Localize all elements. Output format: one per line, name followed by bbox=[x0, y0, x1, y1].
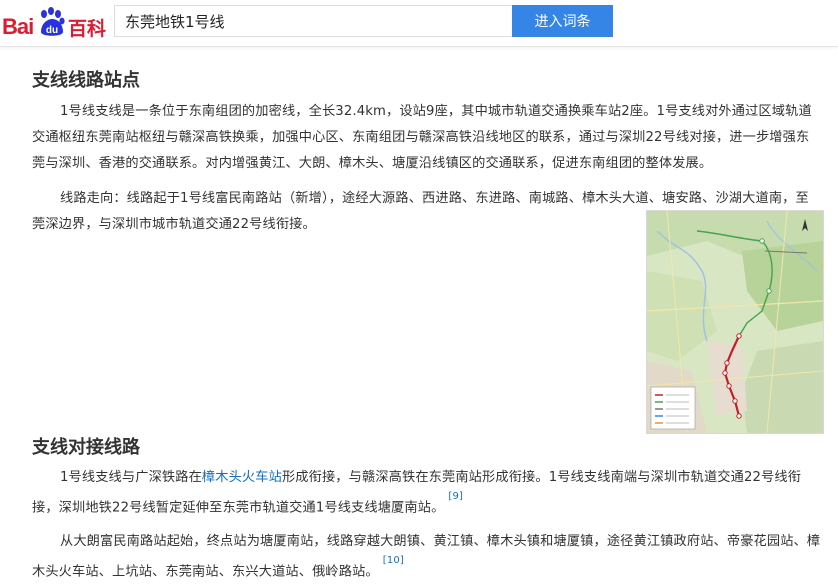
section-heading-connection-lines: 支线对接线路 bbox=[32, 437, 140, 458]
paragraph-connections: 1号线支线与广深铁路在樟木头火车站形成衔接，与赣深高铁在东莞南站形成衔接。1号线… bbox=[32, 465, 822, 521]
connections-text-start: 1号线支线与广深铁路在 bbox=[60, 470, 202, 485]
paragraph-branch-overview: 1号线支线是一条位于东南组团的加密线，全长32.4km，设站9座，其中城市轨道交… bbox=[32, 104, 812, 171]
route-map-image[interactable] bbox=[646, 210, 824, 434]
top-bar: Bai du 百科 进入词条 bbox=[0, 0, 838, 47]
zhangmutou-station-link[interactable]: 樟木头火车站 bbox=[202, 470, 282, 485]
baidu-baike-logo[interactable]: Bai du 百科 bbox=[2, 4, 107, 40]
logo-text-bai: Bai bbox=[2, 14, 34, 39]
search-input[interactable] bbox=[114, 5, 512, 37]
enter-entry-button[interactable]: 进入词条 bbox=[512, 5, 613, 37]
baidu-paw-icon: du bbox=[41, 7, 65, 36]
logo-paw-text: du bbox=[46, 25, 58, 36]
reference-10-link[interactable]: [10] bbox=[383, 555, 404, 566]
section-heading-branch-stations: 支线线路站点 bbox=[32, 70, 140, 91]
paragraph-route-stations: 从大朗富民南路站起始，终点站为塘厦南站，线路穿越大朗镇、黄江镇、樟木头镇和塘厦镇… bbox=[32, 529, 822, 585]
route-stations-text: 从大朗富民南路站起始，终点站为塘厦南站，线路穿越大朗镇、黄江镇、樟木头镇和塘厦镇… bbox=[32, 534, 821, 580]
reference-9-link[interactable]: [9] bbox=[448, 491, 463, 502]
route-map-graphic bbox=[647, 211, 823, 433]
logo-text-baike: 百科 bbox=[68, 18, 107, 40]
